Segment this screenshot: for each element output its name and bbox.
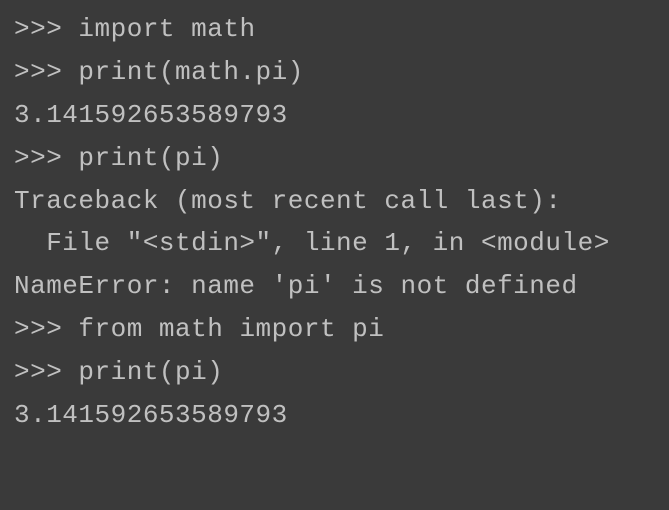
repl-prompt: >>> — [14, 314, 78, 344]
repl-input-line: >>> print(math.pi) — [14, 51, 655, 94]
repl-command: print(pi) — [78, 357, 223, 387]
repl-command: print(math.pi) — [78, 57, 303, 87]
repl-input-line: >>> import math — [14, 8, 655, 51]
repl-traceback-header: Traceback (most recent call last): — [14, 180, 655, 223]
repl-error: NameError: name 'pi' is not defined — [14, 265, 655, 308]
repl-prompt: >>> — [14, 357, 78, 387]
repl-prompt: >>> — [14, 143, 78, 173]
repl-command: from math import pi — [78, 314, 384, 344]
repl-command: print(pi) — [78, 143, 223, 173]
repl-input-line: >>> print(pi) — [14, 351, 655, 394]
repl-input-line: >>> print(pi) — [14, 137, 655, 180]
repl-output: 3.141592653589793 — [14, 394, 655, 437]
repl-output: 3.141592653589793 — [14, 94, 655, 137]
repl-prompt: >>> — [14, 57, 78, 87]
python-repl[interactable]: >>> import math >>> print(math.pi) 3.141… — [14, 8, 655, 437]
repl-command: import math — [78, 14, 255, 44]
repl-prompt: >>> — [14, 14, 78, 44]
repl-input-line: >>> from math import pi — [14, 308, 655, 351]
repl-traceback-file: File "<stdin>", line 1, in <module> — [14, 222, 655, 265]
